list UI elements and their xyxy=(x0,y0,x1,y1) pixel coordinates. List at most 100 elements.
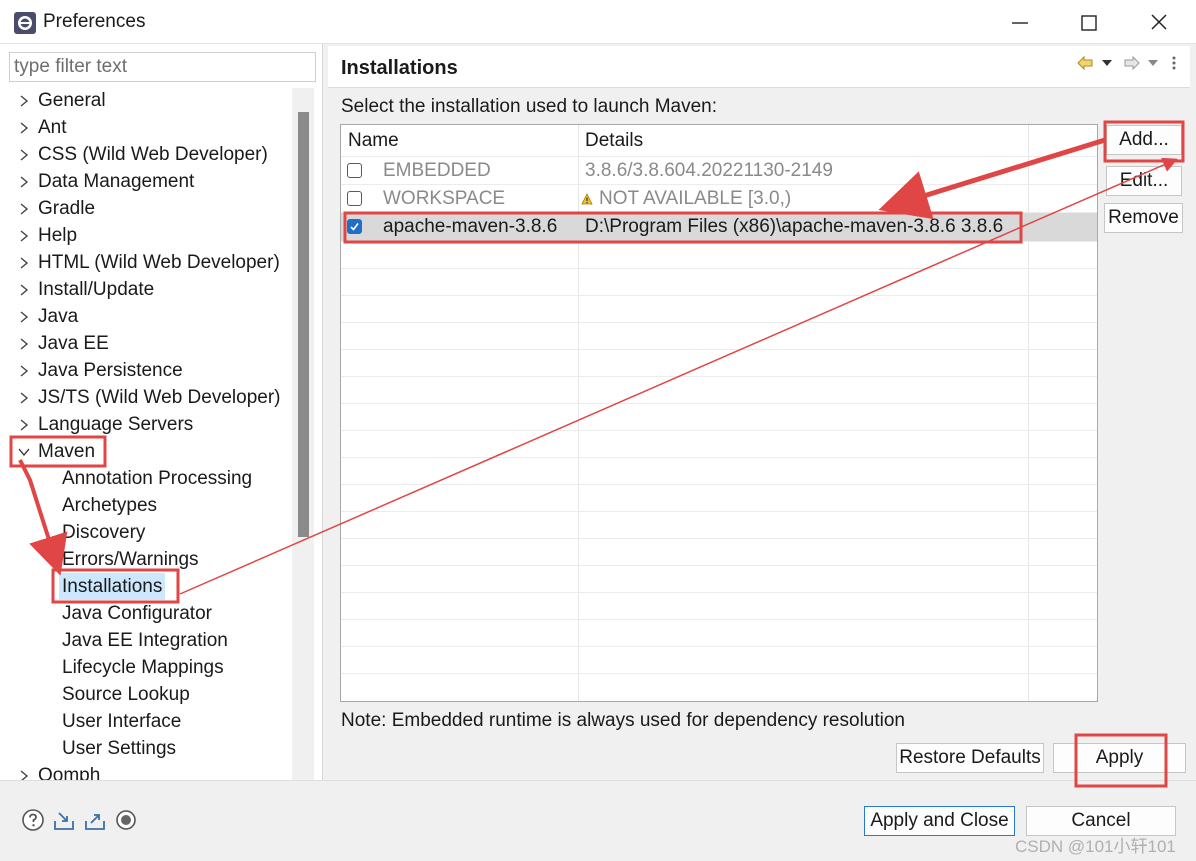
table-row[interactable]: EMBEDDED 3.8.6/3.8.604.20221130-2149 xyxy=(341,157,1097,185)
table-row[interactable]: WORKSPACE NOT AVAILABLE [3.0,) xyxy=(341,185,1097,213)
tree-item[interactable]: Ant xyxy=(0,114,292,141)
row-checkbox[interactable] xyxy=(347,191,362,206)
row-divider xyxy=(341,403,1097,404)
chevron-down-icon[interactable] xyxy=(18,446,30,458)
back-menu-button[interactable] xyxy=(1100,54,1114,74)
title-bar: Preferences xyxy=(0,0,1196,44)
tree-item-label: Source Lookup xyxy=(62,684,190,705)
tree-item[interactable]: User Settings xyxy=(0,735,292,762)
page-title: Installations xyxy=(341,57,458,79)
edit-button[interactable]: Edit... xyxy=(1106,166,1182,196)
tree-item-label: JS/TS (Wild Web Developer) xyxy=(38,387,281,408)
embedded-runtime-note: Note: Embedded runtime is always used fo… xyxy=(341,710,905,731)
row-divider xyxy=(341,241,1097,242)
tree-item[interactable]: Java EE Integration xyxy=(0,627,292,654)
chevron-right-icon[interactable] xyxy=(18,365,30,377)
chevron-right-icon[interactable] xyxy=(18,176,30,188)
chevron-right-icon[interactable] xyxy=(18,311,30,323)
tree-item[interactable]: Archetypes xyxy=(0,492,292,519)
tree-item[interactable]: JS/TS (Wild Web Developer) xyxy=(0,384,292,411)
maximize-button[interactable] xyxy=(1069,8,1109,38)
chevron-right-icon[interactable] xyxy=(18,284,30,296)
apply-and-close-button[interactable]: Apply and Close xyxy=(864,806,1015,836)
tree-item[interactable]: Maven xyxy=(0,438,292,465)
tree-item-label: CSS (Wild Web Developer) xyxy=(38,144,268,165)
back-arrow-icon xyxy=(1077,55,1093,71)
chevron-right-icon[interactable] xyxy=(18,230,30,242)
close-icon xyxy=(1151,14,1167,30)
chevron-right-icon[interactable] xyxy=(18,392,30,404)
pane-divider[interactable] xyxy=(322,44,327,780)
tree-item-label: Maven xyxy=(38,441,96,462)
tree-item[interactable]: Language Servers xyxy=(0,411,292,438)
add-button[interactable]: Add... xyxy=(1106,125,1182,155)
tree-item[interactable]: General xyxy=(0,87,292,114)
import-icon[interactable] xyxy=(52,808,76,832)
row-divider xyxy=(341,511,1097,512)
forward-menu-button[interactable] xyxy=(1146,54,1160,74)
tree-item-selected[interactable]: Installations xyxy=(0,573,292,600)
apply-button[interactable]: Apply xyxy=(1053,743,1186,773)
page-description: Select the installation used to launch M… xyxy=(341,96,718,117)
row-divider xyxy=(341,646,1097,647)
tree-item[interactable]: CSS (Wild Web Developer) xyxy=(0,141,292,168)
export-icon[interactable] xyxy=(83,808,107,832)
chevron-right-icon[interactable] xyxy=(18,203,30,215)
tree-item[interactable]: Java EE xyxy=(0,330,292,357)
tree-item-label: Installations xyxy=(59,573,166,600)
tree-item[interactable]: Data Management xyxy=(0,168,292,195)
chevron-right-icon[interactable] xyxy=(18,419,30,431)
row-divider xyxy=(341,430,1097,431)
row-checkbox[interactable] xyxy=(347,163,362,178)
minimize-button[interactable] xyxy=(1000,8,1040,38)
chevron-down-icon xyxy=(1102,60,1112,66)
column-header-name[interactable]: Name xyxy=(341,125,577,157)
tree-item-label: Lifecycle Mappings xyxy=(62,657,224,678)
tree-item-label: General xyxy=(38,90,106,111)
tree-item[interactable]: Java Configurator xyxy=(0,600,292,627)
tree-item[interactable]: Gradle xyxy=(0,195,292,222)
tree-item[interactable]: Help xyxy=(0,222,292,249)
warning-icon xyxy=(581,193,593,205)
tree-item[interactable]: HTML (Wild Web Developer) xyxy=(0,249,292,276)
row-divider xyxy=(341,484,1097,485)
tree-item[interactable]: User Interface xyxy=(0,708,292,735)
column-header-details[interactable]: Details xyxy=(578,125,1028,157)
tree-item[interactable]: Java Persistence xyxy=(0,357,292,384)
table-row-selected[interactable]: apache-maven-3.8.6 D:\Program Files (x86… xyxy=(341,213,1097,241)
watermark: CSDN @101小轩101 xyxy=(1015,837,1176,856)
tree-item[interactable]: Lifecycle Mappings xyxy=(0,654,292,681)
record-icon[interactable] xyxy=(114,808,138,832)
tree-item[interactable]: Java xyxy=(0,303,292,330)
tree-item-label: Java Persistence xyxy=(38,360,183,381)
installation-details-wrapper: NOT AVAILABLE [3.0,) xyxy=(581,185,791,213)
more-vertical-icon xyxy=(1172,56,1176,70)
tree-item[interactable]: Install/Update xyxy=(0,276,292,303)
tree-item[interactable]: Discovery xyxy=(0,519,292,546)
chevron-right-icon[interactable] xyxy=(18,122,30,134)
view-menu-button[interactable] xyxy=(1170,54,1178,74)
chevron-right-icon[interactable] xyxy=(18,149,30,161)
tree-item[interactable]: Errors/Warnings xyxy=(0,546,292,573)
tree-item-label: Ant xyxy=(38,117,67,138)
chevron-right-icon[interactable] xyxy=(18,338,30,350)
tree-item-label: Java EE Integration xyxy=(62,630,228,651)
chevron-right-icon[interactable] xyxy=(18,257,30,269)
forward-button[interactable] xyxy=(1123,54,1141,74)
remove-button[interactable]: Remove xyxy=(1104,203,1183,233)
restore-defaults-button[interactable]: Restore Defaults xyxy=(896,743,1044,773)
back-button[interactable] xyxy=(1076,54,1094,74)
chevron-right-icon[interactable] xyxy=(18,95,30,107)
tree-item[interactable]: Source Lookup xyxy=(0,681,292,708)
checkmark-icon xyxy=(350,223,359,231)
tree-item[interactable]: Oomph xyxy=(0,762,292,781)
tree-scrollbar-thumb[interactable] xyxy=(298,112,309,537)
tree-item-label: Java Configurator xyxy=(62,603,212,624)
close-button[interactable] xyxy=(1139,8,1179,38)
chevron-down-icon xyxy=(1148,60,1158,66)
tree-item-label: Data Management xyxy=(38,171,195,192)
help-icon[interactable] xyxy=(21,808,45,832)
row-checkbox-checked[interactable] xyxy=(347,219,362,234)
tree-item[interactable]: Annotation Processing xyxy=(0,465,292,492)
filter-input[interactable] xyxy=(9,52,316,82)
